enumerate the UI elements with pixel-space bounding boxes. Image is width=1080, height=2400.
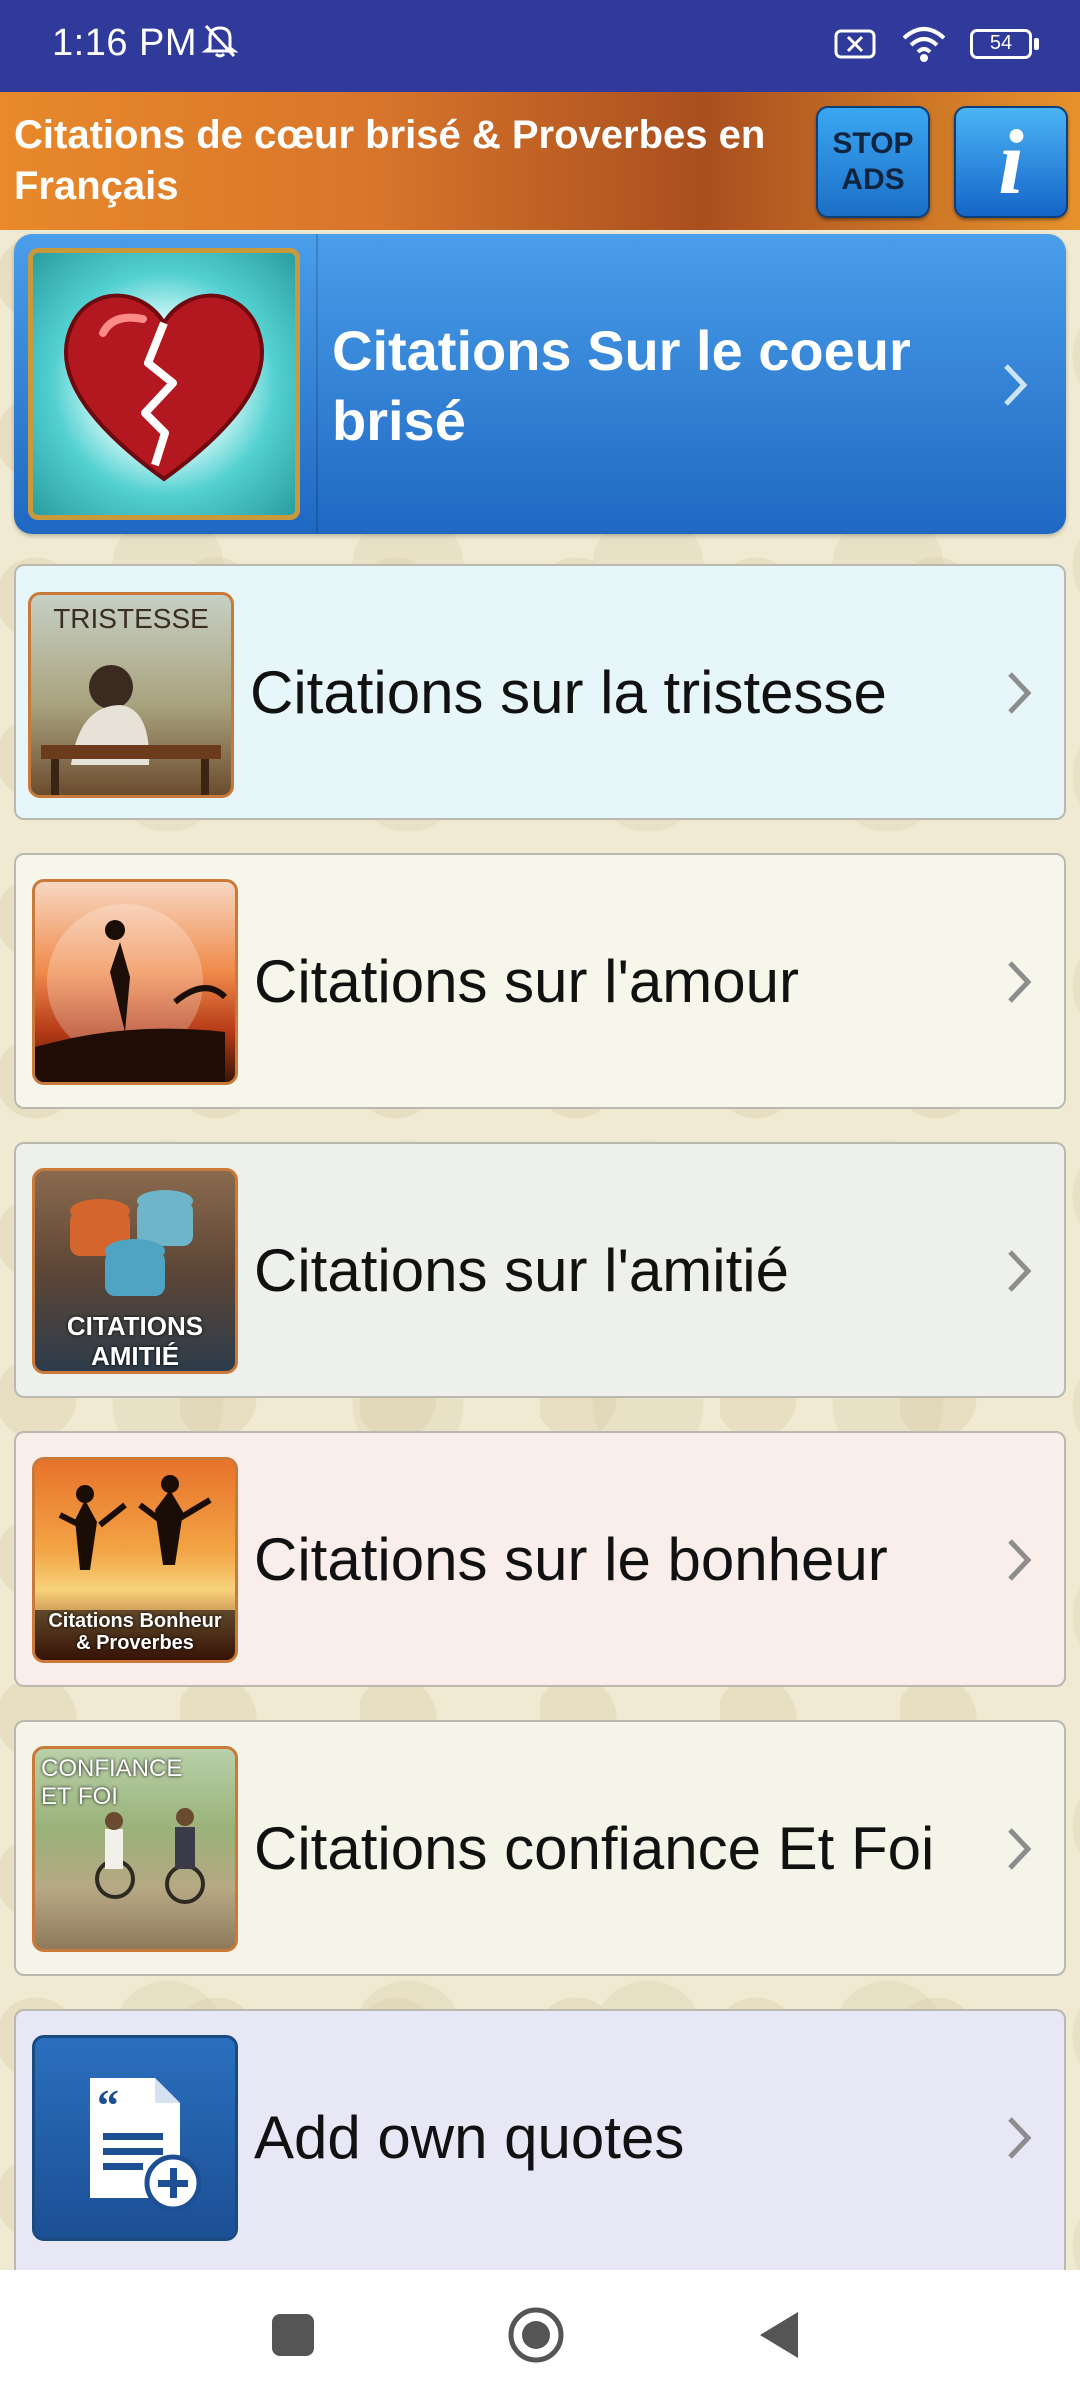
list-item-trust-faith[interactable]: CONFIANCE ET FOI Citations confiance Et … [14,1720,1066,1976]
home-button[interactable] [506,2305,566,2365]
status-icons: 54 [834,18,1040,70]
list-item-label: Citations sur le bonheur [254,1525,888,1593]
friendship-thumbnail: CITATIONS AMITIÉ [32,1168,238,1374]
system-navigation-bar [0,2270,1080,2400]
battery-level: 54 [989,32,1013,54]
info-icon: i [998,111,1024,213]
stop-ads-button[interactable]: STOP ADS [816,106,930,218]
chevron-right-icon [1008,672,1032,714]
status-time: 1:16 PM [52,22,198,64]
status-bar: 1:16 PM 54 [0,0,1080,92]
wifi-icon [902,27,946,62]
chevron-right-icon [1008,1539,1032,1581]
list-item-label: Citations sur l'amour [254,947,799,1015]
app-title: Citations de cœur brisé & Proverbes en F… [14,113,766,208]
chevron-right-icon [1008,1828,1032,1870]
list-item-add-own-quotes[interactable]: “ Add own quotes [14,2009,1066,2271]
broken-heart-icon [28,248,300,520]
app-bar: Citations de cœur brisé & Proverbes en F… [0,92,1080,230]
thumbnail-caption: Citations Bonheur & Proverbes [35,1610,235,1660]
featured-divider [316,234,318,534]
list-item-sadness[interactable]: TRISTESSE Citations sur la tristesse [14,564,1066,820]
list-item-friendship[interactable]: CITATIONS AMITIÉ Citations sur l'amitié [14,1142,1066,1398]
stop-ads-label-line2: ADS [841,163,905,196]
battery-icon: 54 [970,29,1040,59]
svg-text:“: “ [97,2081,119,2130]
list-item-broken-heart[interactable]: Citations Sur le coeur brisé [14,234,1066,534]
sim-off-icon [834,29,876,59]
list-item-happiness[interactable]: Citations Bonheur & Proverbes Citations … [14,1431,1066,1687]
add-document-icon: “ [90,2078,202,2212]
chevron-right-icon [1004,364,1028,406]
chevron-right-icon [1008,1250,1032,1292]
chevron-right-icon [1008,2117,1032,2159]
mute-icon [201,24,239,58]
list-item-label: Citations sur l'amitié [254,1236,789,1304]
recents-button[interactable] [270,2312,316,2358]
back-button[interactable] [756,2310,802,2360]
list-item-label: Citations sur la tristesse [250,658,887,726]
stop-ads-label-line1: STOP [832,127,914,160]
happiness-thumbnail: Citations Bonheur & Proverbes [32,1457,238,1663]
add-quote-thumbnail: “ [32,2035,238,2241]
chevron-right-icon [1008,961,1032,1003]
thumbnail-caption: CITATIONS AMITIÉ [66,1311,204,1371]
list-item-label: Citations Sur le coeur brisé [332,319,911,452]
info-button[interactable]: i [954,106,1068,218]
list-item-love[interactable]: Citations sur l'amour [14,853,1066,1109]
list-item-label: Add own quotes [254,2103,685,2171]
list-item-label: Citations confiance Et Foi [254,1814,935,1882]
sadness-thumbnail: TRISTESSE [28,592,234,798]
love-thumbnail [32,879,238,1085]
trust-faith-thumbnail: CONFIANCE ET FOI [32,1746,238,1952]
